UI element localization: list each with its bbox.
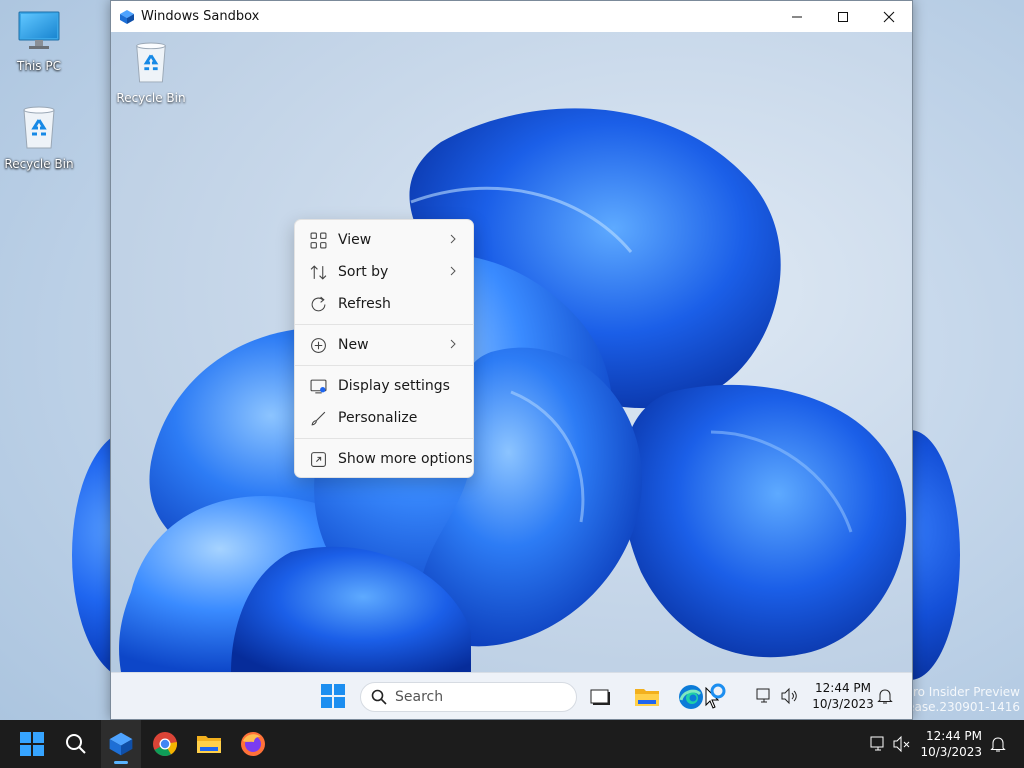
close-button[interactable] [866, 1, 912, 32]
sandbox-app-icon [109, 732, 133, 756]
windows-logo-icon [321, 684, 345, 708]
sandbox-app-icon [120, 9, 134, 24]
menu-item-label: View [338, 232, 372, 248]
desktop-icon-label: This PC [17, 59, 61, 73]
menu-item-show-more-options[interactable]: Show more options [295, 443, 473, 475]
folder-icon [635, 689, 659, 706]
close-icon [883, 11, 895, 22]
desktop-context-menu[interactable]: View Sort by Refresh New Display setting… [294, 219, 474, 478]
display-settings-icon [310, 379, 327, 393]
search-placeholder: Search [395, 689, 444, 705]
recycle-bin-icon [2, 104, 76, 153]
host-explorer-button[interactable] [189, 720, 229, 768]
refresh-icon [311, 296, 326, 311]
minimize-button[interactable] [774, 1, 820, 32]
chevron-right-icon [450, 339, 456, 349]
plus-circle-icon [311, 337, 326, 353]
search-icon [371, 689, 387, 705]
windows-logo-icon [20, 732, 44, 756]
menu-item-label: Personalize [338, 410, 418, 426]
host-clock[interactable]: 12:44 PM 10/3/2023 [920, 728, 982, 760]
window-title: Windows Sandbox [141, 9, 260, 24]
host-sandbox-button[interactable] [101, 720, 141, 768]
grid-icon [310, 232, 327, 248]
network-icon [756, 688, 770, 703]
sandbox-desktop-icon-recycle-bin[interactable]: Recycle Bin [111, 40, 191, 105]
host-start-button[interactable] [12, 720, 52, 768]
host-chrome-button[interactable] [145, 720, 185, 768]
sandbox-titlebar[interactable]: Windows Sandbox [111, 1, 912, 32]
menu-item-refresh[interactable]: Refresh [295, 288, 473, 320]
active-app-indicator [114, 761, 128, 764]
bell-icon [990, 737, 1006, 752]
cortana-ring-icon [710, 683, 726, 699]
network-tray-button[interactable] [755, 687, 773, 709]
maximize-button[interactable] [820, 1, 866, 32]
sandbox-notification-button[interactable] [877, 687, 893, 709]
menu-item-label: New [338, 337, 369, 353]
sandbox-clock-time: 12:44 PM [815, 681, 871, 695]
network-icon [870, 736, 884, 751]
menu-item-personalize[interactable]: Personalize [295, 402, 473, 434]
menu-item-sort-by[interactable]: Sort by [295, 256, 473, 288]
host-notification-button[interactable] [986, 720, 1010, 768]
sandbox-start-button[interactable] [321, 684, 345, 712]
sandbox-desktop[interactable]: Recycle Bin [111, 32, 912, 672]
menu-item-label: Sort by [338, 264, 389, 280]
task-view-icon [590, 689, 610, 705]
desktop-icon-label: Recycle Bin [116, 91, 186, 105]
cortana-button[interactable] [709, 682, 727, 704]
desktop-icon-label: Recycle Bin [4, 157, 74, 171]
bloom-wallpaper [119, 108, 907, 672]
host-network-tray[interactable] [866, 720, 890, 768]
chrome-icon [153, 732, 177, 757]
chevron-right-icon [450, 234, 456, 244]
sandbox-clock-date: 10/3/2023 [812, 697, 874, 711]
host-taskbar: 12:44 PM 10/3/2023 [0, 720, 1024, 768]
host-clock-time: 12:44 PM [926, 729, 982, 743]
desktop-icon-this-pc[interactable]: This PC [2, 10, 76, 73]
firefox-icon [241, 732, 265, 756]
maximize-icon [838, 11, 848, 22]
sandbox-search-box[interactable]: Search [360, 682, 577, 712]
sandbox-clock[interactable]: 12:44 PM 10/3/2023 [811, 680, 875, 712]
menu-item-new[interactable]: New [295, 329, 473, 361]
bell-icon [877, 689, 893, 704]
menu-separator [295, 324, 473, 325]
menu-separator [295, 365, 473, 366]
menu-item-label: Refresh [338, 296, 391, 312]
menu-separator [295, 438, 473, 439]
edge-button[interactable] [678, 684, 704, 714]
sandbox-taskbar: Search 12:44 PM 10/3/2023 [111, 672, 912, 719]
expand-icon [311, 451, 326, 467]
recycle-bin-icon [131, 40, 171, 87]
speaker-muted-icon [893, 735, 910, 753]
file-explorer-button[interactable] [634, 686, 660, 712]
brush-icon [311, 411, 326, 425]
host-search-button[interactable] [56, 720, 96, 768]
menu-item-view[interactable]: View [295, 224, 473, 256]
speaker-icon [781, 687, 797, 705]
menu-item-label: Display settings [338, 378, 450, 394]
task-view-button[interactable] [590, 687, 612, 711]
folder-icon [197, 736, 221, 753]
minimize-icon [792, 16, 802, 17]
chevron-right-icon [450, 266, 456, 276]
host-clock-date: 10/3/2023 [920, 745, 982, 759]
menu-item-label: Show more options [338, 451, 473, 467]
desktop-icon-recycle-bin[interactable]: Recycle Bin [2, 104, 76, 171]
monitor-icon [2, 10, 76, 55]
host-volume-tray[interactable] [890, 720, 914, 768]
sandbox-window[interactable]: Windows Sandbox Recycle Bin View Sort by… [110, 0, 913, 720]
volume-tray-button[interactable] [780, 687, 800, 709]
menu-item-display-settings[interactable]: Display settings [295, 370, 473, 402]
sort-icon [310, 264, 327, 280]
host-firefox-button[interactable] [233, 720, 273, 768]
edge-browser-icon [679, 685, 703, 709]
search-icon [66, 734, 86, 754]
